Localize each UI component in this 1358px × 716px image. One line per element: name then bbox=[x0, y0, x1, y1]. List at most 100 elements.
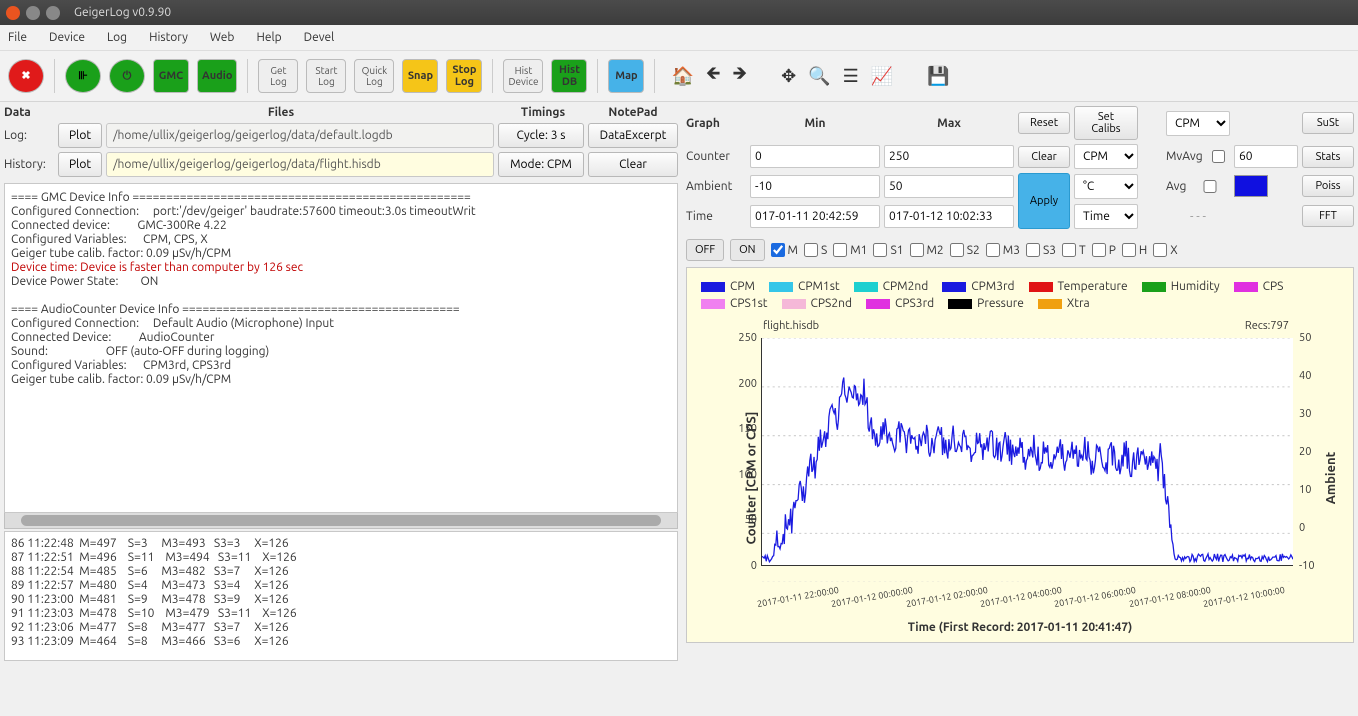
check-t[interactable] bbox=[1062, 243, 1076, 257]
min-header: Min bbox=[750, 117, 880, 130]
menu-file[interactable]: File bbox=[8, 31, 27, 44]
ambient-unit-select[interactable]: °C bbox=[1074, 174, 1138, 199]
check-m[interactable] bbox=[771, 243, 785, 257]
timings-header: Timings bbox=[498, 106, 588, 119]
cycle-button[interactable]: Cycle: 3 s bbox=[498, 123, 584, 148]
log-path-field[interactable]: /home/ullix/geigerlog/geigerlog/data/def… bbox=[106, 123, 494, 148]
avg-checkbox[interactable] bbox=[1190, 180, 1230, 193]
stats-button[interactable]: Stats bbox=[1302, 146, 1354, 168]
configure-icon[interactable]: ☰ bbox=[843, 66, 859, 87]
ambient-max-input[interactable] bbox=[884, 175, 1014, 198]
menu-device[interactable]: Device bbox=[49, 31, 85, 44]
on-button[interactable]: ON bbox=[730, 239, 764, 261]
check-s2[interactable] bbox=[950, 243, 964, 257]
quick-log-button[interactable]: QuickLog bbox=[354, 59, 394, 93]
data-table[interactable]: 86 11:22:48 M=497 S=3 M3=493 S3=3 X=126 … bbox=[4, 531, 678, 661]
stop-log-button[interactable]: StopLog bbox=[446, 59, 482, 93]
close-icon[interactable] bbox=[6, 6, 20, 20]
plot-box: CPMCPM1stCPM2ndCPM3rdTemperatureHumidity… bbox=[686, 267, 1354, 643]
menu-history[interactable]: History bbox=[149, 31, 188, 44]
y2-axis-label: Ambient bbox=[1324, 452, 1338, 504]
counter-max-input[interactable] bbox=[884, 145, 1014, 168]
cpm-select[interactable]: CPM bbox=[1166, 111, 1230, 136]
reset-button[interactable]: Reset bbox=[1018, 112, 1070, 134]
console-scrollbar[interactable] bbox=[4, 513, 678, 529]
files-header: Files bbox=[64, 106, 498, 119]
check-m1[interactable] bbox=[833, 243, 847, 257]
start-log-button[interactable]: StartLog bbox=[306, 59, 346, 93]
close-button[interactable]: ✖ bbox=[8, 59, 44, 93]
mvavg-input[interactable] bbox=[1234, 145, 1298, 168]
color-picker[interactable] bbox=[1234, 175, 1268, 197]
menu-log[interactable]: Log bbox=[107, 31, 127, 44]
clear-notepad-button[interactable]: Clear bbox=[588, 152, 678, 177]
get-log-button[interactable]: GetLog bbox=[258, 59, 298, 93]
audio-button[interactable]: Audio bbox=[197, 59, 237, 93]
plot-title: flight.hisdb bbox=[763, 320, 819, 332]
maximize-icon[interactable] bbox=[46, 6, 60, 20]
zoom-icon[interactable]: 🔍 bbox=[808, 66, 830, 87]
menu-help[interactable]: Help bbox=[256, 31, 281, 44]
save-icon[interactable]: 💾 bbox=[927, 66, 949, 87]
back-icon[interactable]: 🡸 bbox=[706, 61, 721, 91]
mode-button[interactable]: Mode: CPM bbox=[498, 152, 584, 177]
gmc-button[interactable]: GMC bbox=[153, 59, 189, 93]
history-label: History: bbox=[4, 158, 54, 171]
off-button[interactable]: OFF bbox=[686, 239, 724, 261]
minimize-icon[interactable] bbox=[26, 6, 40, 20]
plot-history-button[interactable]: Plot bbox=[58, 152, 102, 177]
trace-toggle-row: OFF ON M S M1 S1 M2 S2 M3 S3 T P H X bbox=[686, 233, 1354, 267]
check-h[interactable] bbox=[1122, 243, 1136, 257]
chart-area[interactable]: flight.hisdb Recs:797 Counter [CPM or CP… bbox=[691, 318, 1349, 638]
menu-devel[interactable]: Devel bbox=[304, 31, 335, 44]
console-output[interactable]: ==== GMC Device Info ===================… bbox=[4, 183, 678, 513]
check-s[interactable] bbox=[804, 243, 818, 257]
check-p[interactable] bbox=[1092, 243, 1106, 257]
titlebar: GeigerLog v0.9.90 bbox=[0, 0, 1358, 25]
power-button[interactable]: ⏻ bbox=[109, 59, 145, 93]
menu-web[interactable]: Web bbox=[210, 31, 235, 44]
graph-header: Graph bbox=[686, 117, 746, 130]
time-max-input[interactable] bbox=[884, 205, 1014, 228]
plot-canvas[interactable] bbox=[761, 338, 1293, 566]
fft-button[interactable]: FFT bbox=[1302, 205, 1354, 227]
plot-log-button[interactable]: Plot bbox=[58, 123, 102, 148]
check-s1[interactable] bbox=[873, 243, 887, 257]
counter-label: Counter bbox=[686, 150, 746, 163]
counter-min-input[interactable] bbox=[750, 145, 880, 168]
ambient-min-input[interactable] bbox=[750, 175, 880, 198]
window-title: GeigerLog v0.9.90 bbox=[74, 6, 171, 19]
max-header: Max bbox=[884, 117, 1014, 130]
time-min-input[interactable] bbox=[750, 205, 880, 228]
plot-recs: Recs:797 bbox=[1245, 320, 1289, 332]
history-path-field[interactable]: /home/ullix/geigerlog/geigerlog/data/fli… bbox=[106, 152, 494, 177]
poiss-button[interactable]: Poiss bbox=[1302, 175, 1354, 197]
check-m3[interactable] bbox=[986, 243, 1000, 257]
notepad-header: NotePad bbox=[588, 106, 678, 119]
data-excerpt-button[interactable]: DataExcerpt bbox=[588, 123, 678, 148]
edit-icon[interactable]: 📈 bbox=[871, 66, 893, 87]
menubar: File Device Log History Web Help Devel bbox=[0, 25, 1358, 51]
sust-button[interactable]: SuSt bbox=[1302, 112, 1354, 134]
graph-controls: Graph Min Max Reset Set Calibs CPM SuSt … bbox=[686, 106, 1354, 229]
home-icon[interactable]: 🏠 bbox=[671, 66, 693, 87]
pan-icon[interactable]: ✥ bbox=[781, 66, 796, 87]
data-header: Data bbox=[4, 106, 64, 119]
forward-icon[interactable]: 🡺 bbox=[733, 61, 748, 91]
apply-button[interactable]: Apply bbox=[1018, 173, 1070, 229]
counter-clear-button[interactable]: Clear bbox=[1018, 146, 1070, 168]
check-x[interactable] bbox=[1153, 243, 1167, 257]
mvavg-checkbox[interactable] bbox=[1207, 150, 1230, 163]
time-label: Time bbox=[686, 210, 746, 223]
hist-db-button[interactable]: HistDB bbox=[551, 59, 587, 93]
hist-device-button[interactable]: HistDevice bbox=[503, 59, 543, 93]
snap-button[interactable]: Snap bbox=[402, 59, 438, 93]
check-m2[interactable] bbox=[910, 243, 924, 257]
counter-unit-select[interactable]: CPM bbox=[1074, 144, 1138, 169]
x-axis-label: Time (First Record: 2017-01-11 20:41:47) bbox=[691, 621, 1349, 634]
connect-button[interactable]: ⊪ bbox=[65, 59, 101, 93]
time-unit-select[interactable]: Time bbox=[1074, 204, 1138, 229]
set-calibs-button[interactable]: Set Calibs bbox=[1074, 106, 1138, 140]
check-s3[interactable] bbox=[1026, 243, 1040, 257]
map-button[interactable]: Map bbox=[608, 59, 644, 93]
